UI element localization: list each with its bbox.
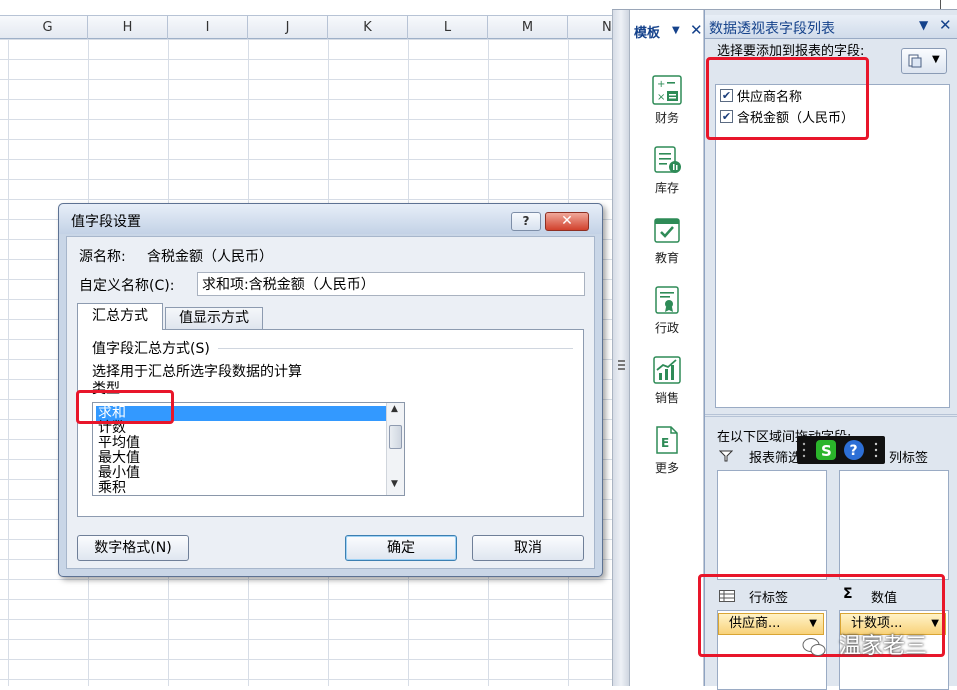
source-name-label: 源名称:	[79, 249, 126, 265]
list-item-product[interactable]: 乘积	[96, 481, 386, 496]
svg-text:S: S	[821, 442, 832, 460]
svg-text:?: ?	[850, 443, 858, 459]
pivot-pane-header: 数据透视表字段列表 ▼ ✕	[705, 15, 957, 39]
column-headers: G H I J K L M N	[0, 15, 612, 39]
custom-name-label: 自定义名称(C):	[79, 278, 175, 294]
ime-grip-icon[interactable]	[801, 440, 811, 460]
help-button[interactable]: ?	[511, 212, 541, 231]
certificate-icon	[652, 285, 682, 315]
template-finance[interactable]: + × 财务	[642, 75, 692, 126]
column-labels-label: 列标签	[889, 451, 929, 466]
source-name-value: 含税金额（人民币）	[147, 249, 273, 265]
tab-show-values-as[interactable]: 值显示方式	[165, 307, 263, 330]
dialog-title: 值字段设置	[71, 214, 141, 230]
pane-divider[interactable]	[705, 414, 957, 417]
column-header-g[interactable]: G	[8, 16, 88, 39]
template-finance-label: 财务	[654, 111, 679, 125]
scroll-up-arrow-icon[interactable]: ▲	[391, 404, 398, 414]
summarize-group-label: 值字段汇总方式(S)	[92, 341, 210, 357]
tab-summarize-by[interactable]: 汇总方式	[77, 303, 163, 330]
splitter-grip-icon[interactable]	[618, 360, 625, 370]
listbox-scrollbar[interactable]: ▲ ▼	[386, 403, 404, 495]
list-item-average[interactable]: 平均值	[96, 436, 386, 451]
template-sales-label: 销售	[654, 391, 679, 405]
ok-button[interactable]: 确定	[345, 535, 457, 561]
column-header-h[interactable]: H	[88, 16, 168, 39]
templates-title: 模板	[634, 26, 661, 41]
calculator-icon: + ×	[652, 75, 682, 105]
wechat-icon	[802, 638, 826, 656]
template-admin-label: 行政	[654, 321, 679, 335]
templates-dropdown-icon[interactable]: ▼	[672, 25, 680, 36]
template-inventory-label: 库存	[654, 181, 679, 195]
svg-text:+: +	[657, 79, 665, 90]
template-more-label: 更多	[654, 461, 679, 475]
sales-chart-icon	[652, 355, 682, 385]
scroll-thumb[interactable]	[389, 425, 402, 449]
help-icon[interactable]: ?	[843, 439, 865, 461]
dialog-titlebar[interactable]: 值字段设置 ? ✕	[59, 204, 602, 234]
filter-icon	[719, 450, 733, 462]
field-layout-icon	[908, 54, 922, 68]
cancel-button[interactable]: 取消	[472, 535, 584, 561]
templates-close-icon[interactable]: ✕	[690, 21, 703, 39]
pivot-pane-dropdown-icon[interactable]: ▼	[919, 18, 928, 32]
template-more[interactable]: E 更多	[642, 425, 692, 476]
watermark: 温家老三	[802, 628, 928, 659]
pane-splitter[interactable]	[612, 10, 630, 686]
column-header-n[interactable]: N	[568, 16, 612, 39]
column-header-k[interactable]: K	[328, 16, 408, 39]
field-layout-button[interactable]: ▼	[901, 48, 947, 74]
highlight-sum-option	[76, 390, 174, 424]
ime-menu-icon[interactable]	[871, 440, 881, 460]
template-sales[interactable]: 销售	[642, 355, 692, 406]
list-item-max[interactable]: 最大值	[96, 451, 386, 466]
education-icon	[652, 215, 682, 245]
template-inventory[interactable]: 库存	[642, 145, 692, 196]
column-header-m[interactable]: M	[488, 16, 568, 39]
scroll-down-arrow-icon[interactable]: ▼	[391, 479, 398, 489]
number-format-button[interactable]: 数字格式(N)	[77, 535, 189, 561]
cursor-marker	[940, 0, 941, 9]
inventory-icon	[652, 145, 682, 175]
pivot-pane-title: 数据透视表字段列表	[709, 21, 835, 37]
sogou-ime-icon[interactable]: S	[815, 439, 837, 461]
column-header-j[interactable]: J	[248, 16, 328, 39]
column-header-i[interactable]: I	[168, 16, 248, 39]
list-item-min[interactable]: 最小值	[96, 466, 386, 481]
report-filter-label: 报表筛选	[749, 451, 802, 466]
template-education-label: 教育	[654, 251, 679, 265]
templates-pane: 模板 ▼ ✕ + × 财务 库存 教育 行政 销售 E 更多	[630, 10, 704, 686]
close-button[interactable]: ✕	[545, 212, 589, 231]
custom-name-input[interactable]: 求和项:含税金额（人民币）	[197, 272, 585, 296]
ime-toolbar[interactable]: S ?	[797, 436, 885, 464]
column-header-l[interactable]: L	[408, 16, 488, 39]
watermark-text: 温家老三	[839, 634, 928, 659]
template-education[interactable]: 教育	[642, 215, 692, 266]
group-divider	[218, 348, 573, 349]
svg-text:E: E	[661, 436, 669, 450]
highlight-field-list	[706, 57, 869, 140]
pivot-pane-close-icon[interactable]: ✕	[939, 16, 952, 34]
templates-header: 模板 ▼ ✕	[634, 21, 704, 42]
svg-text:×: ×	[657, 92, 665, 103]
template-admin[interactable]: 行政	[642, 285, 692, 336]
more-templates-icon: E	[652, 425, 682, 455]
field-layout-dropdown-icon: ▼	[932, 54, 940, 65]
report-filter-area[interactable]	[717, 470, 827, 580]
column-labels-area[interactable]	[839, 470, 949, 580]
